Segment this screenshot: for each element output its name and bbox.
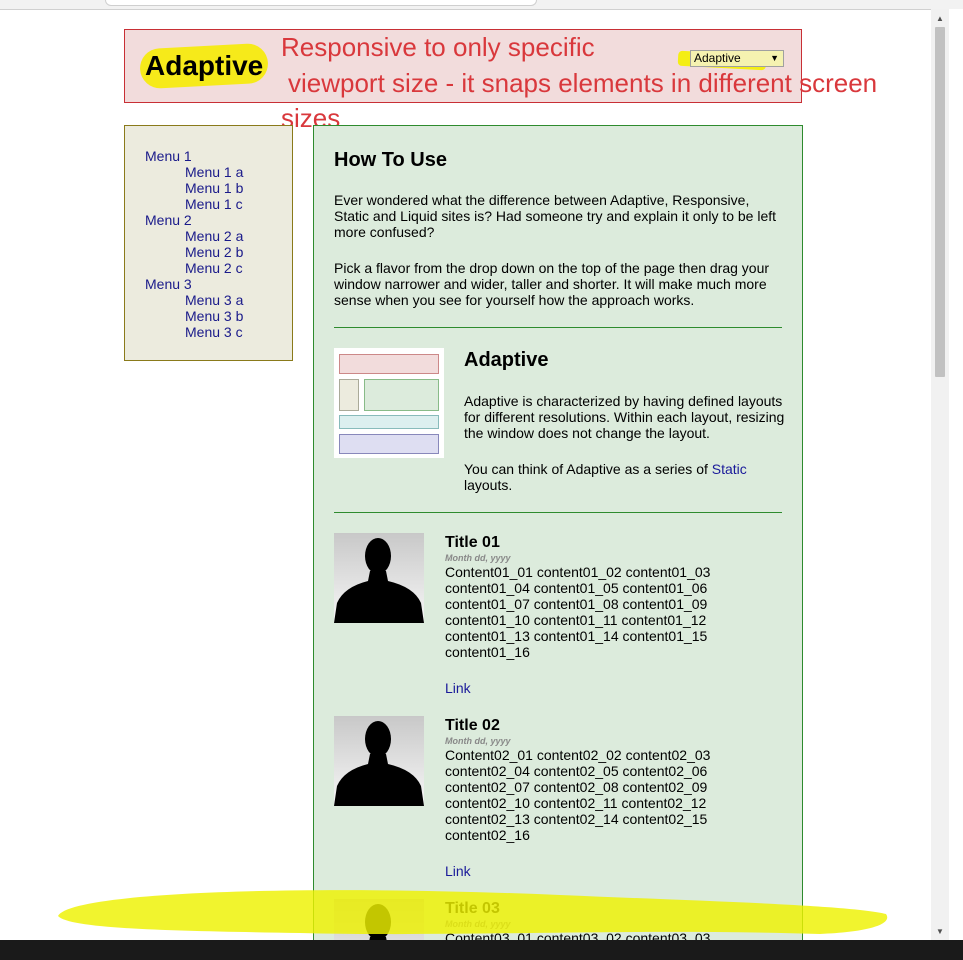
flavor-select[interactable]: Adaptive ▼	[690, 50, 784, 67]
post-content-line: content01_13 content01_14 content01_15	[445, 628, 708, 644]
section-divider	[334, 327, 782, 328]
post-content-line: content02_13 content02_14 content02_15	[445, 811, 708, 827]
post-link[interactable]: Link	[445, 863, 471, 879]
post-title: Title 02	[445, 717, 500, 734]
dropdown-arrow-icon: ▼	[770, 53, 779, 63]
post-title: Title 03	[445, 900, 500, 917]
annotation-line-2: viewport size - it snaps elements in dif…	[288, 68, 878, 98]
post-content-line: content02_10 content02_11 content02_12	[445, 795, 707, 811]
post-date: Month dd, yyyy	[445, 919, 511, 929]
sidebar-menu-item[interactable]: Menu 1	[145, 148, 192, 164]
browser-tab[interactable]	[105, 0, 537, 6]
adaptive-paragraph-1: Adaptive is characterized by having defi…	[464, 393, 785, 441]
post-content-line: content01_16	[445, 644, 530, 660]
post-content-line: Content01_01 content01_02 content01_03	[445, 564, 711, 580]
sidebar-menu-item[interactable]: Menu 3	[145, 276, 192, 292]
post-date: Month dd, yyyy	[445, 553, 511, 563]
sidebar-submenu-item[interactable]: Menu 3 a	[185, 292, 243, 308]
post-title: Title 01	[445, 534, 500, 551]
flavor-select-value: Adaptive	[694, 51, 741, 65]
post-link[interactable]: Link	[445, 680, 471, 696]
post-content: Content02_01 content02_02 content02_03 co…	[445, 747, 745, 843]
howto-paragraph-1: Ever wondered what the difference betwee…	[334, 192, 777, 240]
sidebar-submenu-item[interactable]: Menu 1 a	[185, 164, 243, 180]
vertical-scrollbar[interactable]: ▲ ▼	[931, 9, 949, 940]
howto-title: How To Use	[334, 149, 447, 171]
post-date: Month dd, yyyy	[445, 736, 511, 746]
sidebar-submenu-item[interactable]: Menu 2 c	[185, 260, 243, 276]
post-content-line: content02_07 content02_08 content02_09	[445, 779, 708, 795]
annotation-line-1: Responsive to only specific	[281, 32, 595, 62]
sidebar-submenu-item[interactable]: Menu 1 b	[185, 180, 243, 196]
site-logo: Adaptive	[145, 50, 264, 81]
adaptive-paragraph-2-prefix: You can think of Adaptive as a series of	[464, 461, 712, 477]
scroll-down-arrow-icon[interactable]: ▼	[931, 924, 949, 940]
post-avatar	[334, 899, 424, 940]
main-content: How To Use Ever wondered what the differ…	[313, 125, 803, 940]
post-content-line: content01_10 content01_11 content01_12	[445, 612, 707, 628]
post-content-line: Content03_01 content03_02 content03_03	[445, 930, 711, 940]
adaptive-layout-thumbnail	[334, 348, 444, 458]
howto-paragraph-2: Pick a flavor from the drop down on the …	[334, 260, 770, 308]
taskbar	[0, 940, 963, 960]
sidebar-submenu-item[interactable]: Menu 3 c	[185, 324, 243, 340]
sidebar-menu-item[interactable]: Menu 2	[145, 212, 192, 228]
sidebar-submenu-item[interactable]: Menu 1 c	[185, 196, 243, 212]
post-content-line: content02_04 content02_05 content02_06	[445, 763, 708, 779]
post-content-line: content02_16	[445, 827, 530, 843]
sidebar-submenu-item[interactable]: Menu 3 b	[185, 308, 243, 324]
adaptive-paragraph-2: You can think of Adaptive as a series of…	[464, 461, 786, 493]
adaptive-title: Adaptive	[464, 349, 549, 371]
sidebar-menu: Menu 1 Menu 1 a Menu 1 b Menu 1 c Menu 2 Menu…	[124, 125, 293, 361]
post-content-line: content01_07 content01_08 content01_09	[445, 596, 708, 612]
post-content-line: content01_04 content01_05 content01_06	[445, 580, 708, 596]
sidebar-submenu-item[interactable]: Menu 2 a	[185, 228, 243, 244]
post-avatar	[334, 716, 424, 806]
section-divider	[334, 512, 782, 513]
scrollbar-thumb[interactable]	[935, 27, 945, 377]
sidebar-submenu-item[interactable]: Menu 2 b	[185, 244, 243, 260]
adaptive-paragraph-2-suffix: layouts.	[464, 477, 513, 493]
static-link[interactable]: Static	[712, 461, 747, 477]
post-content: Content03_01 content03_02 content03_03	[445, 930, 745, 940]
post-avatar	[334, 533, 424, 623]
scroll-up-arrow-icon[interactable]: ▲	[931, 11, 949, 27]
post-content: Content01_01 content01_02 content01_03 co…	[445, 564, 745, 660]
window-edge	[949, 9, 963, 940]
browser-top-bar	[0, 0, 963, 10]
post-content-line: Content02_01 content02_02 content02_03	[445, 747, 711, 763]
